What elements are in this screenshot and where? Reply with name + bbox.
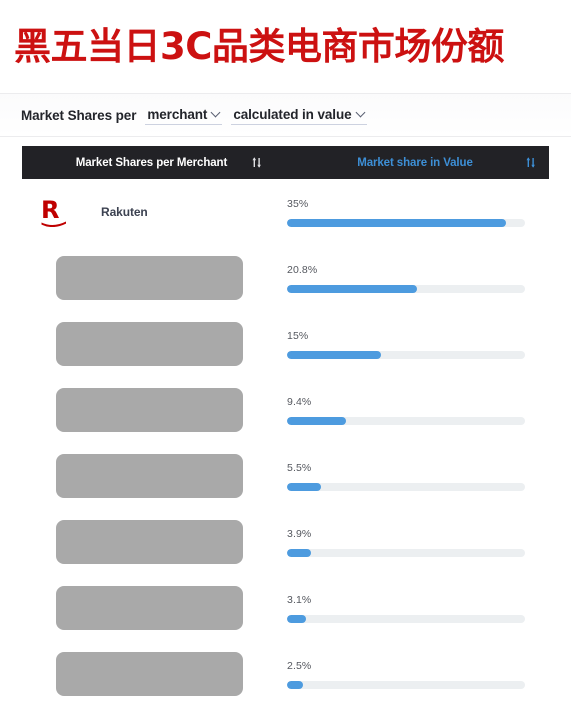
market-share-label: 5.5% (287, 461, 312, 474)
title-bar: 黑五当日3C品类电商市场份额 (0, 0, 571, 93)
column-header-merchant[interactable]: Market Shares per Merchant (22, 146, 281, 179)
market-share-cell: 9.4% (281, 377, 549, 443)
sort-updown-icon-value[interactable] (525, 156, 537, 169)
table-row[interactable]: 15% (22, 311, 549, 377)
column-header-value-label: Market share in Value (357, 156, 473, 169)
chevron-down-icon (212, 108, 220, 116)
redacted-merchant-block (56, 322, 243, 366)
table-row[interactable]: R Rakuten 35% (22, 179, 549, 245)
merchant-cell (22, 641, 281, 707)
metric-dropdown-value: calculated in value (233, 106, 352, 122)
table-row[interactable]: 3.1% (22, 575, 549, 641)
column-header-merchant-label: Market Shares per Merchant (75, 156, 228, 169)
table-body: R Rakuten 35% 20.8% 15% 9.4% 5.5% 3.9% 3.1% 2.5% (22, 179, 549, 707)
merchant-cell (22, 311, 281, 377)
market-share-cell: 2.5% (281, 641, 549, 707)
market-share-bar-fill (287, 680, 303, 689)
column-header-value[interactable]: Market share in Value (281, 146, 549, 179)
sort-updown-icon-merchant[interactable] (251, 156, 263, 169)
market-share-bar-track (287, 350, 525, 359)
market-share-label: 3.9% (287, 527, 312, 540)
table-row[interactable]: 3.9% (22, 509, 549, 575)
market-share-bar-track (287, 680, 525, 689)
redacted-merchant-block (56, 586, 243, 630)
market-share-bar-fill (287, 218, 506, 227)
dimension-dropdown[interactable]: merchant (145, 106, 223, 125)
chevron-down-icon (357, 108, 365, 116)
rakuten-r-logo: R (34, 197, 74, 227)
table-header-row: Market Shares per Merchant Market share … (22, 146, 549, 179)
merchant-name: Rakuten (101, 205, 148, 219)
market-share-label: 15% (287, 329, 309, 342)
market-share-bar-fill (287, 548, 312, 557)
controls-prefix-label: Market Shares per (21, 107, 137, 123)
market-share-cell: 3.9% (281, 509, 549, 575)
redacted-merchant-block (56, 256, 243, 300)
market-share-bar-track (287, 284, 525, 293)
market-share-label: 2.5% (287, 659, 312, 672)
market-share-bar-fill (287, 284, 418, 293)
merchant-cell (22, 245, 281, 311)
market-share-cell: 35% (281, 179, 549, 245)
market-share-bar-fill (287, 350, 381, 359)
table-row[interactable]: 5.5% (22, 443, 549, 509)
merchant-cell (22, 443, 281, 509)
dimension-dropdown-value: merchant (147, 106, 208, 122)
market-share-cell: 3.1% (281, 575, 549, 641)
market-share-bar-track (287, 614, 525, 623)
rakuten-r-logo: R (41, 197, 66, 227)
market-share-label: 3.1% (287, 593, 312, 606)
market-share-bar-fill (287, 482, 322, 491)
merchant-cell (22, 377, 281, 443)
redacted-merchant-block (56, 652, 243, 696)
market-share-cell: 5.5% (281, 443, 549, 509)
market-share-bar-track (287, 548, 525, 557)
market-share-bar-fill (287, 614, 307, 623)
merchant-cell (22, 509, 281, 575)
market-share-label: 20.8% (287, 263, 318, 276)
market-share-bar-track (287, 416, 525, 425)
table-row[interactable]: 9.4% (22, 377, 549, 443)
redacted-merchant-block (56, 520, 243, 564)
market-share-bar-fill (287, 416, 346, 425)
market-share-label: 35% (287, 197, 309, 210)
market-share-label: 9.4% (287, 395, 312, 408)
market-share-table: Market Shares per Merchant Market share … (0, 137, 571, 707)
market-share-cell: 20.8% (281, 245, 549, 311)
redacted-merchant-block (56, 454, 243, 498)
controls-bar: Market Shares per merchant calculated in… (0, 93, 571, 137)
market-share-cell: 15% (281, 311, 549, 377)
page-title: 黑五当日3C品类电商市场份额 (14, 25, 504, 68)
market-share-bar-track (287, 218, 525, 227)
svg-text:R: R (41, 197, 59, 224)
table-row[interactable]: 20.8% (22, 245, 549, 311)
redacted-merchant-block (56, 388, 243, 432)
metric-dropdown[interactable]: calculated in value (231, 106, 367, 125)
table-row[interactable]: 2.5% (22, 641, 549, 707)
market-share-bar-track (287, 482, 525, 491)
merchant-cell: R Rakuten (22, 179, 281, 245)
merchant-cell (22, 575, 281, 641)
